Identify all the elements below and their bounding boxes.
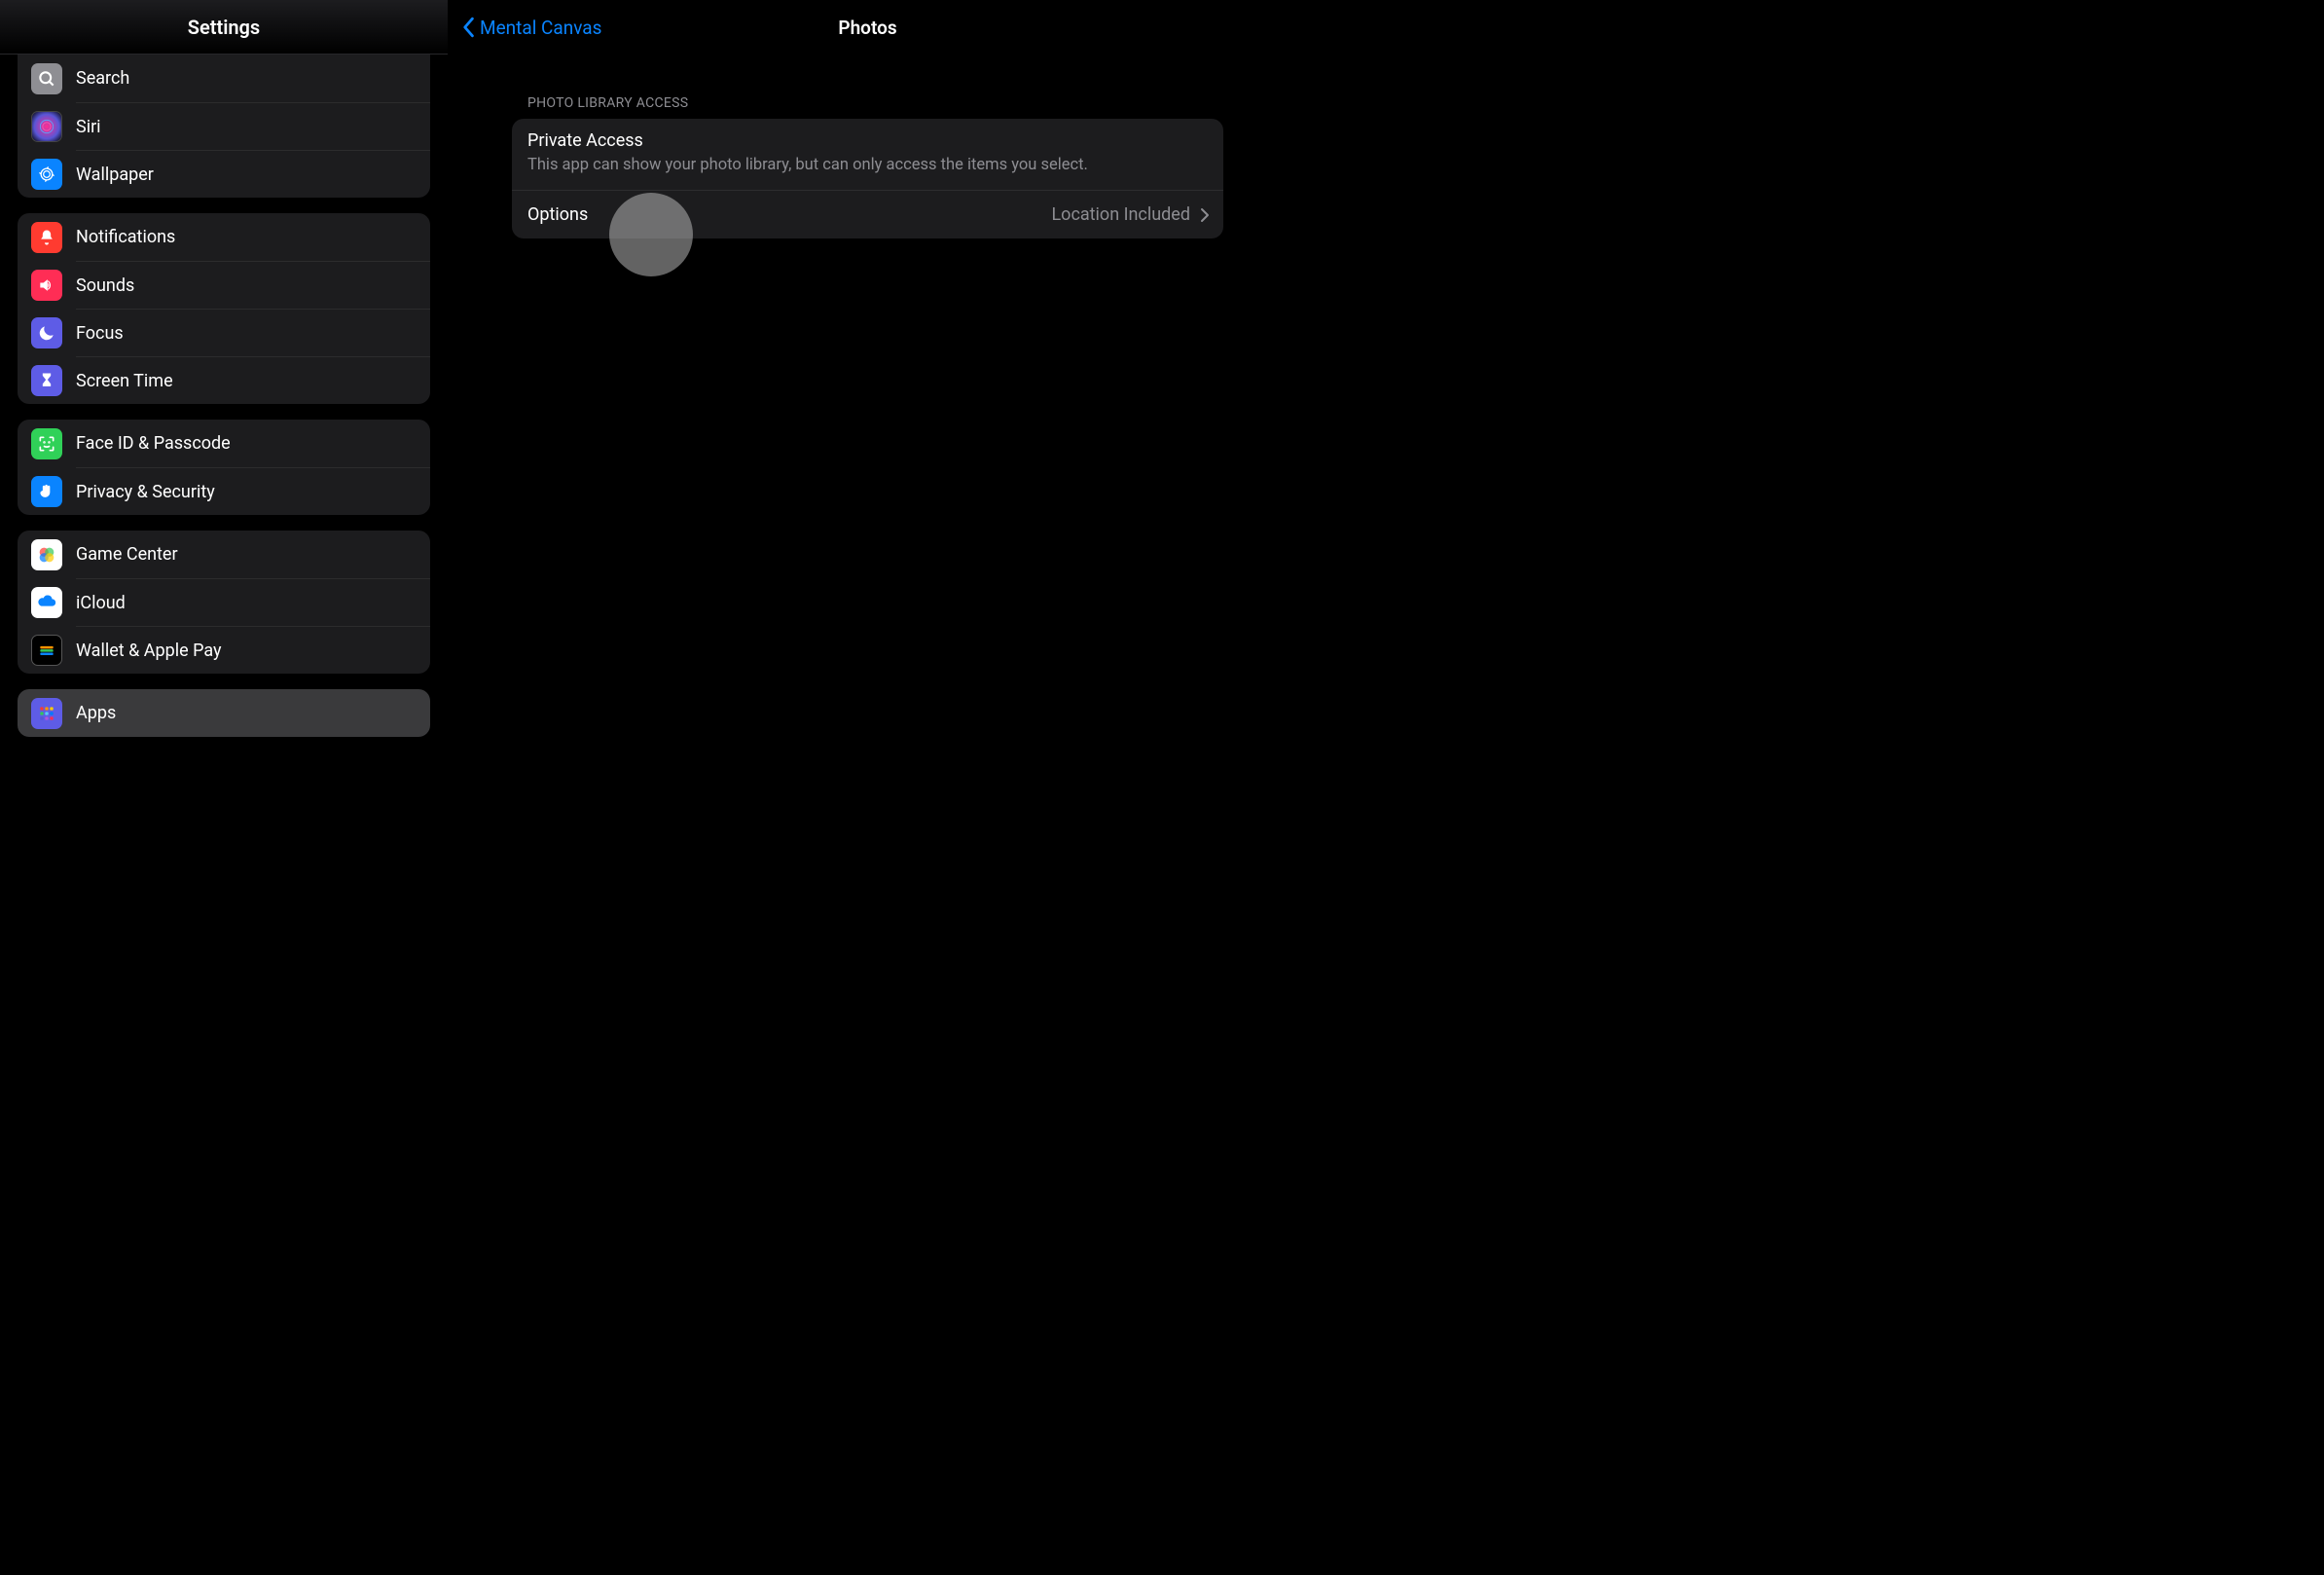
section-header: PHOTO LIBRARY ACCESS	[527, 95, 1288, 111]
sidebar-item-screen-time[interactable]: Screen Time	[76, 356, 430, 404]
sidebar-item-label: Siri	[76, 117, 101, 137]
sidebar-group: Notifications Sounds Focus Screen Time	[18, 213, 430, 404]
cloud-icon	[31, 587, 62, 618]
sidebar-item-label: Screen Time	[76, 371, 173, 391]
apps-grid-icon	[31, 698, 62, 729]
sidebar-group: Apps	[18, 689, 430, 737]
moon-icon	[31, 317, 62, 348]
sidebar-item-label: Notifications	[76, 227, 175, 247]
sidebar-item-notifications[interactable]: Notifications	[18, 213, 430, 261]
sidebar-item-privacy[interactable]: Privacy & Security	[76, 467, 430, 515]
sidebar-item-label: Face ID & Passcode	[76, 433, 231, 454]
sidebar-item-icloud[interactable]: iCloud	[76, 578, 430, 626]
page-title: Photos	[838, 17, 896, 39]
hand-icon	[31, 476, 62, 507]
wallpaper-icon	[31, 159, 62, 190]
photo-access-group: Private Access This app can show your ph…	[512, 119, 1223, 238]
sidebar-item-label: Game Center	[76, 544, 178, 565]
sidebar-item-focus[interactable]: Focus	[76, 309, 430, 356]
sidebar-item-label: Apps	[76, 703, 116, 723]
sidebar-item-wallpaper[interactable]: Wallpaper	[76, 150, 430, 198]
detail-pane: Mental Canvas Photos PHOTO LIBRARY ACCES…	[448, 0, 1288, 872]
search-icon	[31, 63, 62, 94]
settings-sidebar: Settings Search Siri Wallpaper	[0, 0, 448, 872]
options-value: Location Included	[1051, 204, 1210, 225]
sidebar-item-label: Search	[76, 68, 129, 89]
sidebar-group: Face ID & Passcode Privacy & Security	[18, 420, 430, 515]
sidebar-group: Search Siri Wallpaper	[18, 55, 430, 198]
sidebar-item-label: Sounds	[76, 275, 134, 296]
faceid-icon	[31, 428, 62, 459]
hourglass-icon	[31, 365, 62, 396]
sidebar-item-game-center[interactable]: Game Center	[18, 531, 430, 578]
sidebar-item-label: Wallpaper	[76, 165, 154, 185]
private-access-info: Private Access This app can show your ph…	[512, 119, 1223, 190]
sidebar-item-label: Wallet & Apple Pay	[76, 641, 222, 661]
sidebar-item-label: Privacy & Security	[76, 482, 215, 502]
options-row[interactable]: Options Location Included	[512, 190, 1223, 238]
chevron-left-icon	[461, 17, 475, 38]
sidebar-group: Game Center iCloud Wallet & Apple Pay	[18, 531, 430, 674]
sidebar-item-apps[interactable]: Apps	[18, 689, 430, 737]
sidebar-item-label: Focus	[76, 323, 124, 344]
sidebar-item-face-id[interactable]: Face ID & Passcode	[18, 420, 430, 467]
siri-icon	[31, 111, 62, 142]
sidebar-item-wallet[interactable]: Wallet & Apple Pay	[76, 626, 430, 674]
back-label: Mental Canvas	[480, 17, 601, 39]
sidebar-item-search[interactable]: Search	[18, 55, 430, 102]
private-access-title: Private Access	[527, 130, 1208, 151]
sidebar-item-sounds[interactable]: Sounds	[76, 261, 430, 309]
sidebar-item-siri[interactable]: Siri	[76, 102, 430, 150]
sidebar-title: Settings	[0, 0, 448, 55]
sidebar-item-label: iCloud	[76, 593, 126, 613]
gamecenter-icon	[31, 539, 62, 570]
bell-icon	[31, 222, 62, 253]
private-access-description: This app can show your photo library, bu…	[527, 155, 1208, 176]
back-button[interactable]: Mental Canvas	[461, 17, 601, 39]
chevron-right-icon	[1200, 207, 1210, 223]
wallet-icon	[31, 635, 62, 666]
detail-header: Mental Canvas Photos	[448, 0, 1288, 55]
options-label: Options	[527, 204, 588, 225]
speaker-icon	[31, 270, 62, 301]
